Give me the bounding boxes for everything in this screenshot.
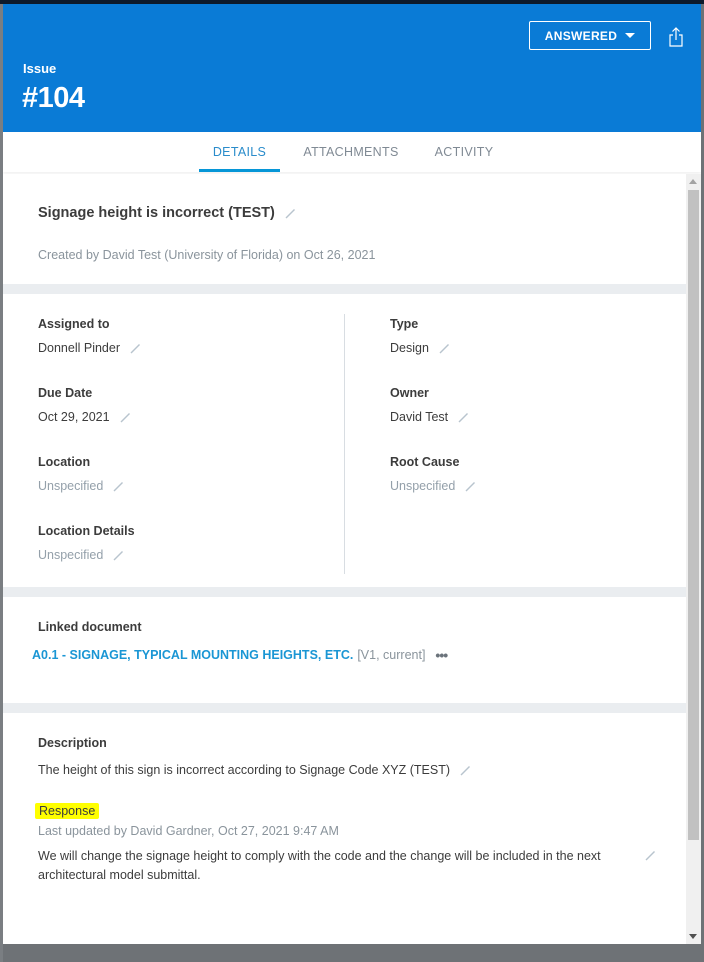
response-label: Response bbox=[35, 803, 100, 819]
type-value: Design bbox=[390, 341, 450, 355]
response-updated-info: Last updated by David Gardner, Oct 27, 2… bbox=[38, 824, 339, 838]
root-cause-text: Unspecified bbox=[390, 479, 456, 493]
vertical-scrollbar[interactable] bbox=[686, 174, 701, 944]
type-label: Type bbox=[390, 317, 419, 331]
linked-document-link[interactable]: A0.1 - SIGNAGE, TYPICAL MOUNTING HEIGHTS… bbox=[32, 648, 353, 662]
description-label: Description bbox=[38, 736, 107, 750]
linked-document-row: A0.1 - SIGNAGE, TYPICAL MOUNTING HEIGHTS… bbox=[32, 647, 448, 663]
more-options-icon[interactable]: ••• bbox=[435, 647, 448, 663]
location-value: Unspecified bbox=[38, 479, 124, 493]
location-text: Unspecified bbox=[38, 479, 104, 493]
edit-assigned-to-pencil-icon[interactable] bbox=[129, 342, 141, 354]
owner-text: David Test bbox=[390, 410, 449, 424]
summary-section: Signage height is incorrect (TEST) Creat… bbox=[3, 174, 686, 284]
description-value: The height of this sign is incorrect acc… bbox=[38, 763, 471, 777]
scroll-up-arrow-icon[interactable] bbox=[689, 179, 697, 184]
owner-value: David Test bbox=[390, 410, 469, 424]
issue-header: Issue #104 ANSWERED bbox=[3, 4, 701, 132]
location-details-text: Unspecified bbox=[38, 548, 104, 562]
edit-response-pencil-icon[interactable] bbox=[644, 849, 656, 861]
created-info: Created by David Test (University of Flo… bbox=[38, 248, 376, 262]
edit-owner-pencil-icon[interactable] bbox=[457, 411, 469, 423]
edit-root-cause-pencil-icon[interactable] bbox=[464, 480, 476, 492]
tab-bar: DETAILS ATTACHMENTS ACTIVITY bbox=[3, 132, 701, 172]
assigned-to-value: Donnell Pinder bbox=[38, 341, 141, 355]
caret-down-icon bbox=[625, 33, 636, 38]
linked-document-version: [V1, current] bbox=[357, 648, 426, 662]
location-details-value: Unspecified bbox=[38, 548, 124, 562]
description-text: The height of this sign is incorrect acc… bbox=[38, 763, 450, 777]
location-label: Location bbox=[38, 455, 91, 469]
tab-activity[interactable]: ACTIVITY bbox=[423, 132, 505, 172]
edit-location-details-pencil-icon[interactable] bbox=[112, 549, 124, 561]
column-divider bbox=[344, 314, 345, 574]
scroll-down-arrow-icon[interactable] bbox=[689, 934, 697, 939]
response-text: We will change the signage height to com… bbox=[38, 849, 601, 882]
fields-section: Assigned to Donnell Pinder Due Date Oct … bbox=[3, 294, 686, 587]
status-dropdown-button[interactable]: ANSWERED bbox=[529, 21, 651, 50]
root-cause-label: Root Cause bbox=[390, 455, 460, 469]
edit-due-date-pencil-icon[interactable] bbox=[119, 411, 131, 423]
status-label: ANSWERED bbox=[544, 28, 618, 43]
description-section: Description The height of this sign is i… bbox=[3, 713, 686, 944]
tab-attachments[interactable]: ATTACHMENTS bbox=[296, 132, 406, 172]
edit-type-pencil-icon[interactable] bbox=[438, 342, 450, 354]
type-text: Design bbox=[390, 341, 429, 355]
edit-location-pencil-icon[interactable] bbox=[112, 480, 124, 492]
share-icon[interactable] bbox=[667, 26, 685, 48]
due-date-value: Oct 29, 2021 bbox=[38, 410, 131, 424]
tab-details[interactable]: DETAILS bbox=[199, 132, 280, 172]
issue-panel: Issue #104 ANSWERED DETAILS ATTACHMENTS … bbox=[3, 4, 701, 944]
details-content: Signage height is incorrect (TEST) Creat… bbox=[3, 174, 686, 944]
due-date-text: Oct 29, 2021 bbox=[38, 410, 110, 424]
due-date-label: Due Date bbox=[38, 386, 93, 400]
edit-title-pencil-icon[interactable] bbox=[284, 207, 296, 219]
linked-document-label: Linked document bbox=[38, 620, 142, 634]
issue-number: #104 bbox=[22, 82, 85, 114]
assigned-to-text: Donnell Pinder bbox=[38, 341, 120, 355]
owner-label: Owner bbox=[390, 386, 429, 400]
issue-label: Issue bbox=[23, 61, 57, 76]
scrollbar-thumb[interactable] bbox=[688, 190, 699, 840]
issue-title-text: Signage height is incorrect (TEST) bbox=[38, 205, 275, 221]
location-details-label: Location Details bbox=[38, 524, 135, 538]
edit-description-pencil-icon[interactable] bbox=[459, 764, 471, 776]
linked-document-section: Linked document A0.1 - SIGNAGE, TYPICAL … bbox=[3, 597, 686, 703]
root-cause-value: Unspecified bbox=[390, 479, 476, 493]
assigned-to-label: Assigned to bbox=[38, 317, 110, 331]
issue-title: Signage height is incorrect (TEST) bbox=[38, 205, 296, 221]
